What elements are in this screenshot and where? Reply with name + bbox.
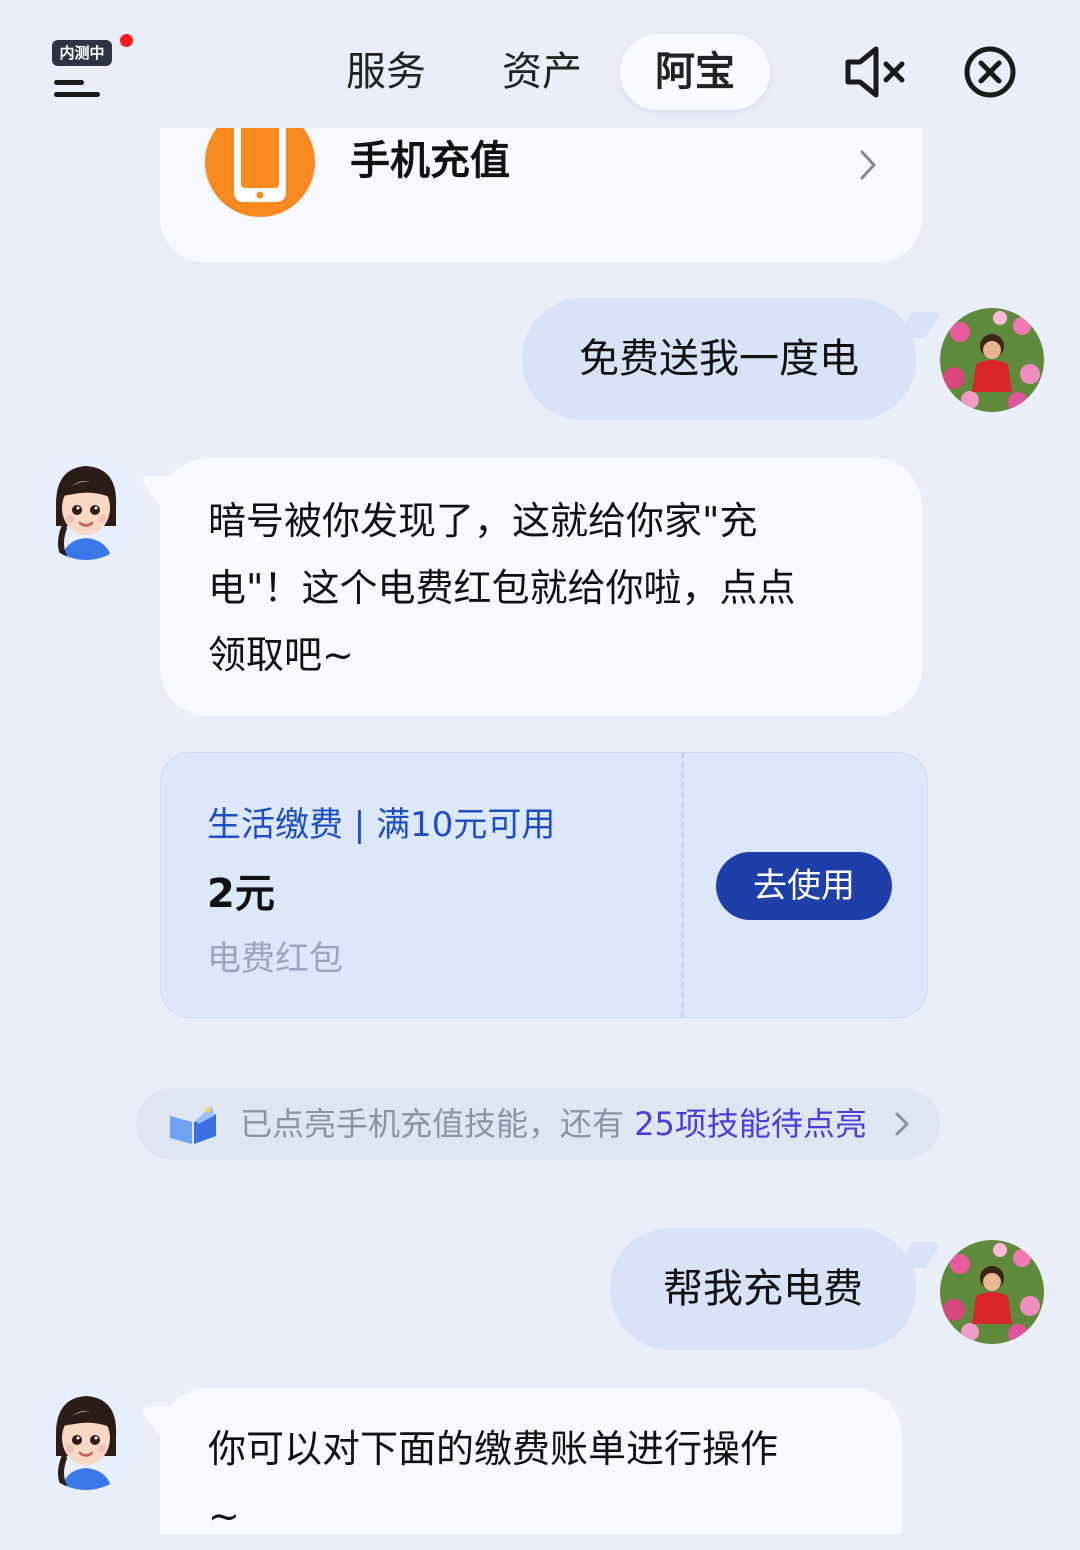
skill-notice-prefix: 已点亮手机充值技能，还有 [240, 1105, 625, 1143]
chevron-right-icon [895, 1112, 909, 1136]
top-bar: 内测中 服务 资产 阿宝 [0, 0, 1080, 128]
user-message-text: 帮我充电费 [663, 1266, 863, 1312]
tab-service[interactable]: 服务 [330, 34, 442, 110]
assistant-message-line: 电"！这个电费红包就给你啦，点点 [208, 566, 796, 610]
assistant-message-line: ~ [208, 1494, 240, 1538]
user-avatar[interactable] [940, 308, 1044, 412]
user-message-text: 免费送我一度电 [579, 336, 859, 382]
bubble-tail [138, 476, 192, 504]
bubble-tail [138, 1406, 192, 1434]
coupon-scope: 生活缴费 | 满10元可用 [207, 805, 556, 845]
user-message-bubble: 帮我充电费 [610, 1228, 944, 1350]
book-icon [170, 1106, 216, 1144]
coupon-card: 生活缴费 | 满10元可用 2元 电费红包 [160, 752, 682, 1018]
skill-notice[interactable]: 已点亮手机充值技能，还有 25项技能待点亮 [136, 1088, 940, 1160]
coupon-name: 电费红包 [207, 939, 343, 979]
beta-badge: 内测中 [52, 40, 112, 66]
skill-notice-highlight: 25项技能待点亮 [634, 1105, 867, 1143]
service-card-title: 手机充值 [350, 138, 510, 184]
speaker-muted-icon[interactable] [842, 44, 910, 100]
assistant-message-bubble: 暗号被你发现了，这就给你家"充 电"！这个电费红包就给你啦，点点 领取吧~ [138, 458, 922, 716]
assistant-message-line: 领取吧~ [208, 633, 354, 677]
assistant-message-line: 暗号被你发现了，这就给你家"充 [208, 499, 758, 543]
assistant-message-line: 你可以对下面的缴费账单进行操作 [208, 1427, 779, 1471]
menu-button[interactable]: 内测中 [50, 34, 133, 102]
user-message-bubble: 免费送我一度电 [522, 298, 944, 420]
notification-dot [120, 34, 133, 47]
assistant-avatar [34, 456, 138, 560]
use-coupon-button[interactable]: 去使用 [716, 852, 892, 920]
bubble-tail [894, 1242, 944, 1268]
bubble-tail [894, 312, 944, 338]
chevron-right-icon [860, 150, 876, 180]
menu-line-icon [54, 80, 84, 85]
assistant-message-bubble: 你可以对下面的缴费账单进行操作 ~ [138, 1388, 902, 1538]
menu-line-icon [54, 92, 100, 97]
circle-close-icon[interactable] [962, 44, 1018, 100]
tab-abao[interactable]: 阿宝 [620, 34, 770, 110]
coupon-amount: 2元 [207, 871, 275, 917]
assistant-avatar [34, 1386, 138, 1490]
tab-assets[interactable]: 资产 [486, 34, 598, 110]
user-avatar[interactable] [940, 1240, 1044, 1344]
